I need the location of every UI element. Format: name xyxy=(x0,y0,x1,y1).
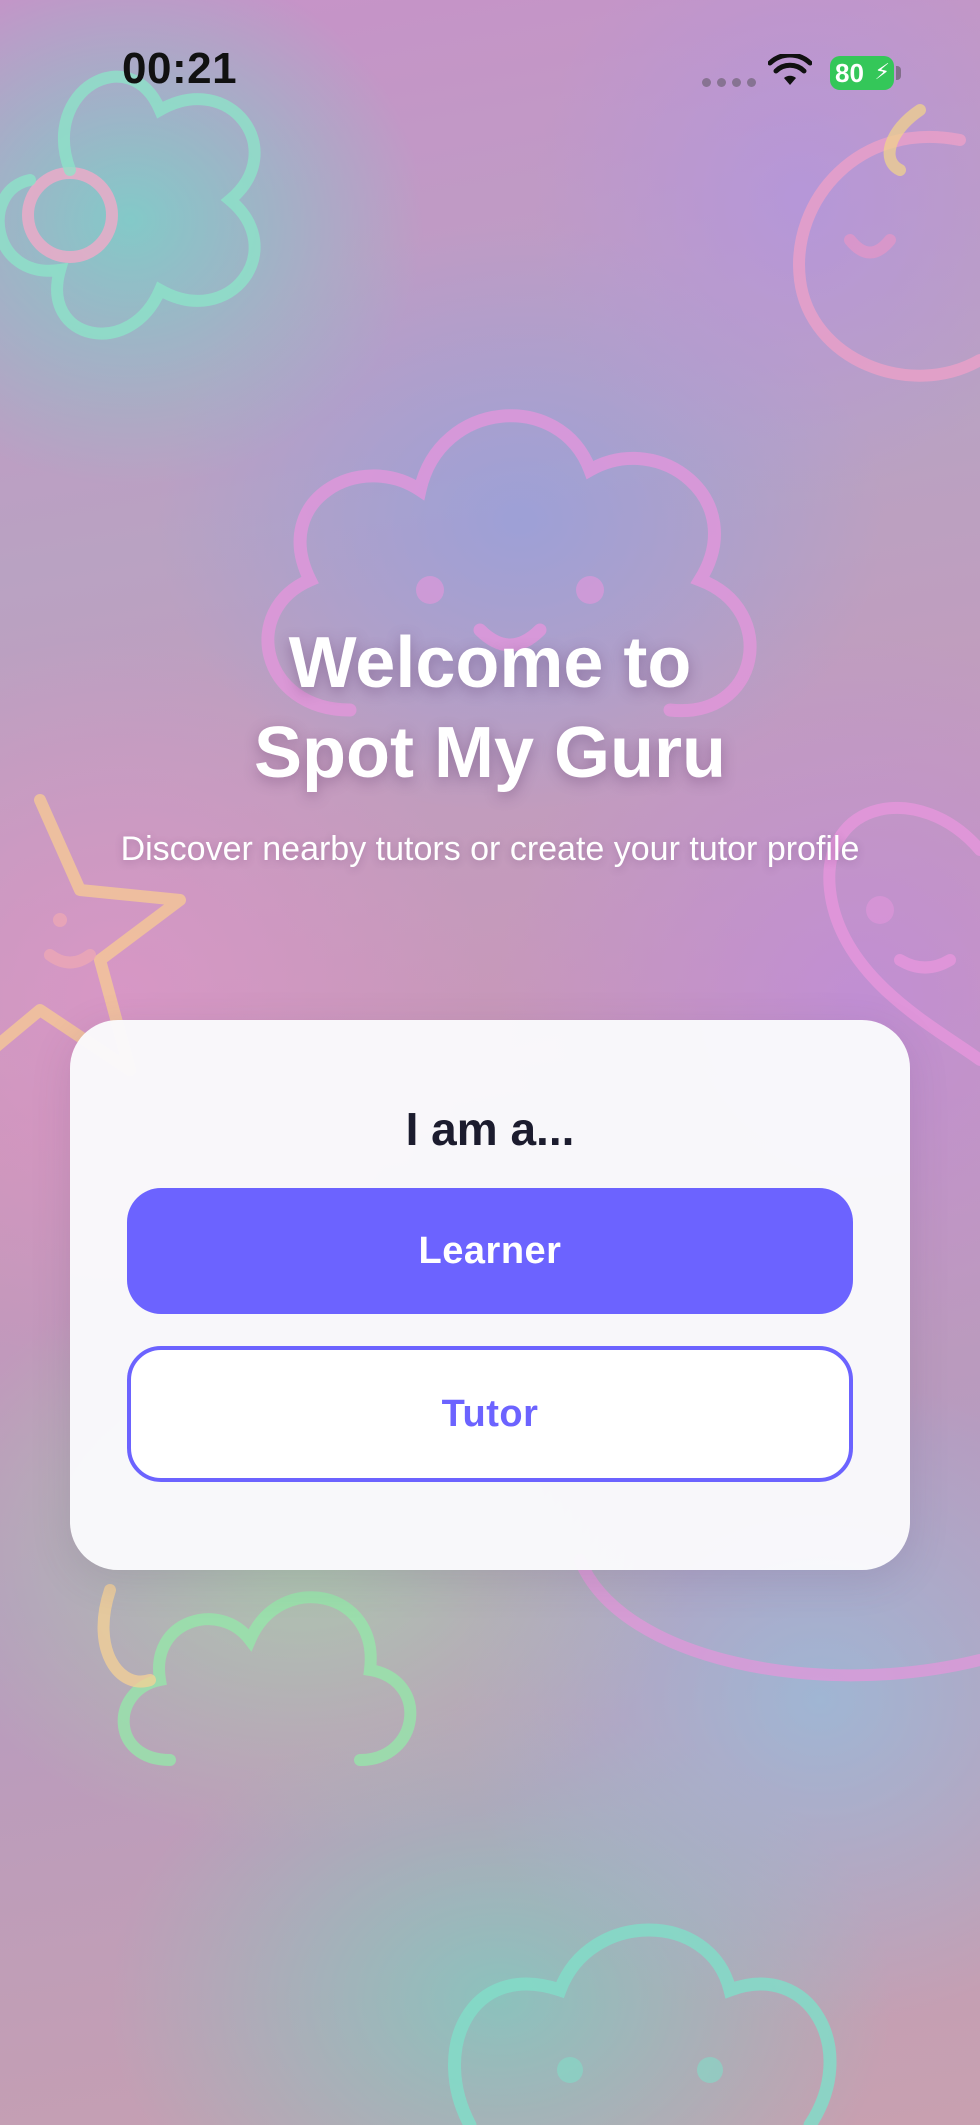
tutor-button-label: Tutor xyxy=(441,1392,539,1435)
battery-icon: 80 ⚡ xyxy=(830,56,894,90)
page-title: Welcome to Spot My Guru xyxy=(0,618,980,798)
role-selection-card: I am a... Learner Tutor xyxy=(70,1020,910,1570)
bolt-icon: ⚡ xyxy=(874,59,890,84)
cellular-signal-icon xyxy=(702,78,756,87)
tutor-button[interactable]: Tutor xyxy=(127,1346,853,1482)
small-cloud-doodle-icon xyxy=(97,1584,417,1766)
title-line-2: Spot My Guru xyxy=(254,713,726,793)
battery-level: 80 xyxy=(835,57,864,88)
heart-bottom-doodle-icon xyxy=(448,1923,837,2125)
wifi-icon xyxy=(768,54,812,85)
welcome-screen: 00:21 80 ⚡ Welcome to Spot My Guru Disco… xyxy=(0,0,980,2125)
battery-cap xyxy=(896,66,901,80)
status-time: 00:21 xyxy=(122,44,238,93)
moon-doodle-icon xyxy=(793,104,980,382)
learner-button[interactable]: Learner xyxy=(127,1188,853,1314)
learner-button-label: Learner xyxy=(418,1229,562,1272)
role-card-title: I am a... xyxy=(405,1103,575,1155)
status-bar: 00:21 80 ⚡ xyxy=(0,0,980,140)
title-line-1: Welcome to xyxy=(288,623,692,703)
page-subtitle: Discover nearby tutors or create your tu… xyxy=(120,830,860,868)
